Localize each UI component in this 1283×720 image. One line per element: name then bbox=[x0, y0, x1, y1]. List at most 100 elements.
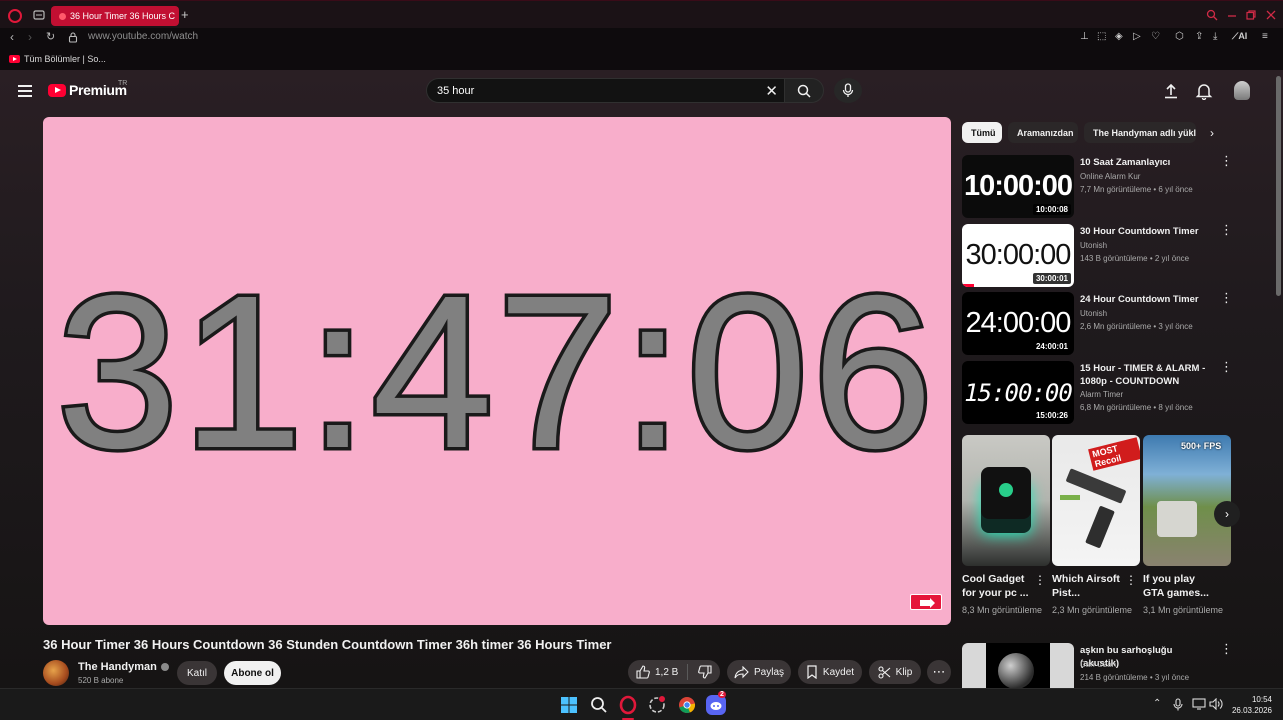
opera-gx-taskbar-icon[interactable] bbox=[647, 695, 667, 715]
subscribe-button[interactable]: Abone ol bbox=[224, 661, 281, 685]
shorts-next-button[interactable]: › bbox=[1214, 501, 1240, 527]
short-title[interactable]: Cool Gadget for your pc ... bbox=[962, 572, 1034, 600]
chevron-right-icon[interactable]: › bbox=[1210, 126, 1214, 140]
clock-time: 10:54 bbox=[1251, 695, 1272, 704]
video-thumbnail[interactable]: 24:00:00 24:00:01 bbox=[962, 292, 1074, 355]
more-vertical-icon[interactable]: ⋮ bbox=[1034, 573, 1046, 587]
short-thumbnail[interactable] bbox=[962, 435, 1050, 566]
video-thumbnail[interactable] bbox=[962, 643, 1074, 688]
taskbar-search-icon[interactable] bbox=[589, 695, 609, 715]
thumbnail-text: 24:00:00 bbox=[965, 307, 1072, 339]
video-thumbnail[interactable]: 15:00:00 15:00:26 bbox=[962, 361, 1074, 424]
page-scrollbar[interactable] bbox=[1276, 76, 1281, 296]
tray-microphone-icon[interactable] bbox=[1172, 698, 1184, 711]
short-title[interactable]: Which Airsoft Pist... bbox=[1052, 572, 1124, 600]
active-tab[interactable]: 36 Hour Timer 36 Hours C bbox=[51, 6, 179, 26]
rec-title[interactable]: 10 Saat Zamanlayıcı bbox=[1080, 156, 1208, 169]
aria-ai-button[interactable]: ⟋AI bbox=[1232, 31, 1247, 42]
close-window-icon[interactable] bbox=[1265, 9, 1277, 21]
more-vertical-icon[interactable]: ⋮ bbox=[1220, 154, 1233, 167]
search-box[interactable]: ✕ bbox=[426, 78, 784, 103]
more-vertical-icon[interactable]: ⋮ bbox=[1125, 573, 1137, 587]
voice-search-button[interactable] bbox=[834, 78, 862, 103]
rec-title[interactable]: 15 Hour - TIMER & ALARM - 1080p - COUNTD… bbox=[1080, 362, 1208, 388]
new-tab-button[interactable]: + bbox=[181, 7, 189, 22]
extensions-icon[interactable]: ⬡ bbox=[1175, 31, 1184, 42]
chip-all[interactable]: Tümü bbox=[962, 122, 1002, 143]
recommendation-item[interactable]: aşkın bu sarhoşluğu (akustik) Can Ozan 2… bbox=[962, 642, 1233, 688]
minimize-window-icon[interactable] bbox=[1226, 9, 1238, 21]
share-button[interactable]: Paylaş bbox=[727, 660, 791, 684]
more-vertical-icon[interactable]: ⋮ bbox=[1220, 642, 1233, 655]
video-thumbnail[interactable]: 10:00:00 10:00:08 bbox=[962, 155, 1074, 218]
rec-title[interactable]: 30 Hour Countdown Timer bbox=[1080, 225, 1208, 238]
short-title[interactable]: If you play GTA games... bbox=[1143, 572, 1215, 600]
chip-from-search[interactable]: Aramanızdan bbox=[1008, 122, 1078, 143]
video-thumbnail[interactable]: 30:00:00 30:00:01 bbox=[962, 224, 1074, 287]
lock-icon[interactable] bbox=[68, 32, 78, 43]
share-page-icon[interactable]: ⇪ bbox=[1195, 31, 1203, 42]
discord-taskbar-icon[interactable]: 2 bbox=[706, 691, 726, 715]
channel-watermark-icon[interactable] bbox=[910, 594, 942, 610]
like-button[interactable]: 1,2 B bbox=[636, 664, 689, 680]
short-views: 3,1 Mn görüntüleme bbox=[1143, 605, 1224, 615]
opera-logo-icon[interactable] bbox=[8, 9, 22, 23]
tray-display-icon[interactable] bbox=[1192, 698, 1206, 710]
upload-icon[interactable] bbox=[1162, 82, 1180, 100]
opera-taskbar-icon[interactable] bbox=[618, 695, 638, 715]
more-vertical-icon[interactable]: ⋮ bbox=[1220, 360, 1233, 373]
snapshot-icon[interactable]: ⬚ bbox=[1097, 31, 1106, 42]
player-icon[interactable]: ▷ bbox=[1133, 31, 1141, 42]
recommendation-item[interactable]: 24:00:00 24:00:01 24 Hour Countdown Time… bbox=[962, 291, 1233, 356]
recommendation-item[interactable]: 15:00:00 15:00:26 15 Hour - TIMER & ALAR… bbox=[962, 360, 1233, 425]
back-icon[interactable]: ‹ bbox=[10, 30, 14, 44]
search-input[interactable] bbox=[437, 84, 737, 97]
search-button[interactable] bbox=[784, 78, 824, 103]
workspaces-icon[interactable] bbox=[33, 9, 45, 21]
recommendation-item[interactable]: 10:00:00 10:00:08 10 Saat Zamanlayıcı On… bbox=[962, 154, 1233, 219]
avatar[interactable] bbox=[1234, 81, 1250, 100]
clip-button[interactable]: Klip bbox=[869, 660, 921, 684]
clear-search-icon[interactable]: ✕ bbox=[765, 82, 778, 100]
tray-volume-icon[interactable] bbox=[1209, 698, 1223, 710]
chrome-taskbar-icon[interactable] bbox=[677, 695, 697, 715]
short-thumbnail[interactable]: 500+ FPS bbox=[1143, 435, 1231, 566]
bookmark-item[interactable]: Tüm Bölümler | So... bbox=[9, 54, 106, 64]
short-thumbnail[interactable]: MOST Recoil bbox=[1052, 435, 1140, 566]
system-clock[interactable]: 10:54 26.03.2026 bbox=[1228, 694, 1272, 716]
more-actions-button[interactable]: ⋯ bbox=[927, 660, 951, 684]
channel-avatar[interactable] bbox=[43, 660, 69, 686]
restore-window-icon[interactable] bbox=[1245, 9, 1257, 21]
tray-overflow-icon[interactable]: ⌃ bbox=[1153, 698, 1161, 709]
reload-icon[interactable]: ↻ bbox=[46, 30, 55, 43]
menu-icon[interactable] bbox=[18, 85, 32, 100]
search-tabs-icon[interactable] bbox=[1206, 9, 1218, 21]
notifications-bell-icon[interactable] bbox=[1195, 82, 1213, 100]
recommendation-item[interactable]: 30:00:00 30:00:01 30 Hour Countdown Time… bbox=[962, 223, 1233, 288]
forward-icon[interactable]: › bbox=[28, 30, 32, 44]
vpn-icon[interactable]: ◈ bbox=[1115, 31, 1123, 42]
save-button[interactable]: Kaydet bbox=[798, 660, 862, 684]
channel-name[interactable]: The Handyman bbox=[78, 661, 169, 673]
pin-icon[interactable]: ⊥ bbox=[1080, 31, 1089, 42]
rec-channel[interactable]: Online Alarm Kur bbox=[1080, 172, 1140, 181]
chip-channel[interactable]: The Handyman adlı yükl bbox=[1084, 122, 1196, 143]
rec-channel[interactable]: Utonish bbox=[1080, 309, 1107, 318]
url-field[interactable]: www.youtube.com/watch bbox=[88, 31, 198, 42]
video-player[interactable]: 31:47:06 bbox=[43, 117, 951, 625]
heart-icon[interactable]: ♡ bbox=[1151, 31, 1160, 42]
more-vertical-icon[interactable]: ⋮ bbox=[1220, 223, 1233, 236]
easy-setup-icon[interactable]: ≡ bbox=[1262, 31, 1268, 42]
windows-start-icon[interactable] bbox=[559, 695, 579, 715]
join-button[interactable]: Katıl bbox=[177, 661, 217, 685]
rec-channel[interactable]: Can Ozan bbox=[1080, 660, 1116, 669]
youtube-logo[interactable]: Premium TR bbox=[48, 80, 127, 98]
more-vertical-icon[interactable]: ⋮ bbox=[1220, 291, 1233, 304]
rec-title[interactable]: 24 Hour Countdown Timer bbox=[1080, 293, 1208, 306]
channel-name-text[interactable]: The Handyman bbox=[78, 661, 157, 673]
rec-channel[interactable]: Utonish bbox=[1080, 241, 1107, 250]
download-icon[interactable]: ⤓ bbox=[1213, 31, 1217, 42]
clip-label: Klip bbox=[895, 666, 913, 678]
rec-channel[interactable]: Alarm Timer bbox=[1080, 390, 1123, 399]
thumbs-down-icon[interactable] bbox=[698, 665, 712, 679]
